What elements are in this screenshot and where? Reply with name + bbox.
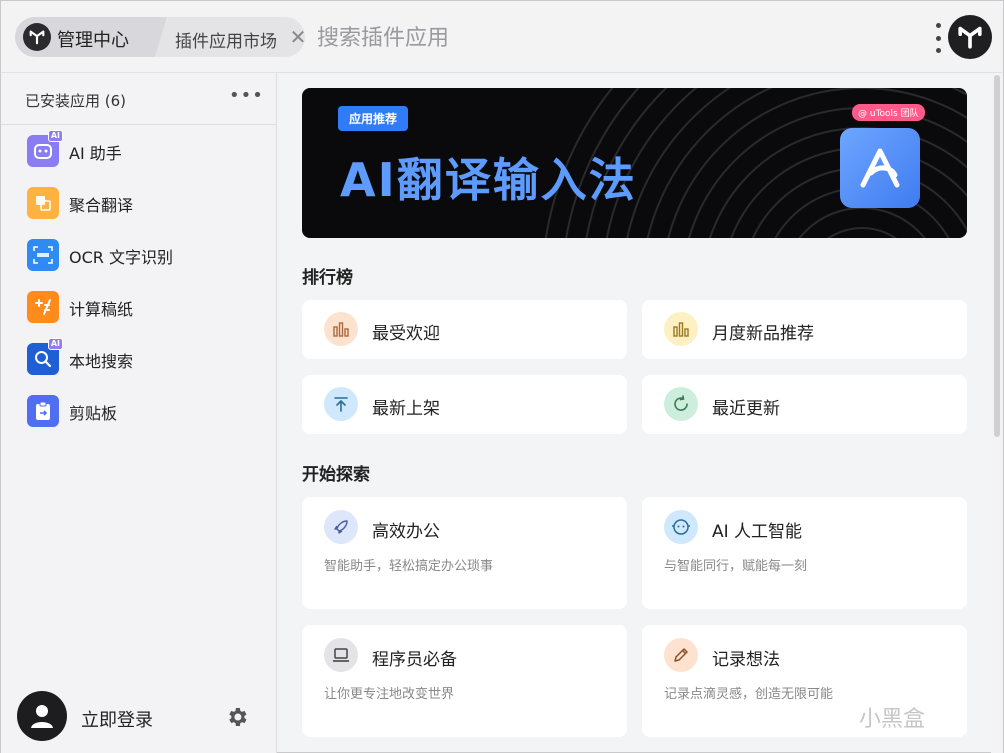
- bar-chart-icon: [664, 312, 698, 346]
- top-bar: 管理中心 插件应用市场 ✕: [1, 1, 1003, 73]
- ranking-card-monthly-new[interactable]: 月度新品推荐: [642, 300, 967, 359]
- sidebar-item-ocr[interactable]: OCR 文字识别: [1, 229, 276, 281]
- sidebar-item-label: 聚合翻译: [69, 196, 134, 215]
- card-desc: 让你更专注地改变世界: [324, 687, 455, 702]
- local-search-icon: AI: [27, 338, 63, 375]
- ranking-card-recent-update[interactable]: 最近更新: [642, 375, 967, 434]
- explore-title: 开始探索: [302, 465, 370, 485]
- breadcrumb-home-label[interactable]: 管理中心: [57, 26, 129, 52]
- more-horizontal-icon[interactable]: •••: [229, 85, 264, 106]
- ranking-title: 排行榜: [302, 268, 353, 288]
- ocr-icon: [27, 239, 59, 271]
- card-label: 高效办公: [372, 522, 440, 542]
- sidebar-item-local-search[interactable]: AI 本地搜索: [1, 333, 276, 385]
- explore-card-ai[interactable]: AI 人工智能 与智能同行，赋能每一刻: [642, 497, 967, 609]
- ai-face-icon: [664, 510, 698, 544]
- sidebar-item-label: OCR 文字识别: [69, 248, 173, 267]
- card-desc: 记录点滴灵感，创造无限可能: [664, 687, 834, 702]
- main-content: 应用推荐 AI翻译输入法 @ uTools 团队 排行榜 最受欢迎 月度新品推荐…: [278, 73, 990, 753]
- gear-icon[interactable]: [225, 705, 249, 729]
- upload-icon: [324, 387, 358, 421]
- translate-icon: [27, 187, 59, 219]
- installed-apps-title: 已安装应用 (6): [25, 92, 127, 110]
- explore-card-office[interactable]: 高效办公 智能助手，轻松搞定办公琐事: [302, 497, 627, 609]
- ai-badge: AI: [47, 338, 63, 350]
- scrollbar[interactable]: [991, 73, 1003, 753]
- app-window: 管理中心 插件应用市场 ✕ 已安装应用 (6) ••• AI AI 助手 聚合翻…: [0, 0, 1004, 753]
- close-icon[interactable]: ✕: [287, 26, 309, 48]
- sidebar: 已安装应用 (6) ••• AI AI 助手 聚合翻译 OCR 文字识别 计算稿…: [1, 73, 277, 753]
- ai-translate-logo-icon: [840, 128, 920, 208]
- sidebar-item-label: AI 助手: [69, 144, 122, 163]
- bar-chart-icon: [324, 312, 358, 346]
- sidebar-item-ai-assistant[interactable]: AI AI 助手: [1, 125, 276, 177]
- banner-bubble: @ uTools 团队: [852, 104, 925, 121]
- breadcrumb: 管理中心 插件应用市场 ✕: [15, 17, 306, 57]
- sidebar-item-translate[interactable]: 聚合翻译: [1, 177, 276, 229]
- card-label: 最近更新: [712, 399, 780, 419]
- pencil-icon: [664, 638, 698, 672]
- breadcrumb-market-label[interactable]: 插件应用市场: [175, 27, 277, 52]
- more-vertical-icon[interactable]: [933, 23, 943, 53]
- card-label: 最受欢迎: [372, 324, 440, 344]
- utools-logo-icon[interactable]: [23, 23, 51, 51]
- sidebar-item-calculator[interactable]: 计算稿纸: [1, 281, 276, 333]
- sidebar-item-label: 剪贴板: [69, 404, 118, 423]
- sidebar-item-clipboard[interactable]: 剪贴板: [1, 385, 276, 437]
- rocket-icon: [324, 510, 358, 544]
- banner-tag: 应用推荐: [338, 106, 409, 131]
- ranking-card-latest[interactable]: 最新上架: [302, 375, 627, 434]
- explore-card-programmer[interactable]: 程序员必备 让你更专注地改变世界: [302, 625, 627, 737]
- calculator-icon: [27, 291, 59, 323]
- robot-icon: AI: [27, 130, 63, 167]
- utools-avatar-icon[interactable]: [948, 15, 992, 59]
- search-input[interactable]: [317, 21, 817, 55]
- sidebar-header: 已安装应用 (6) •••: [1, 73, 276, 125]
- card-label: 程序员必备: [372, 650, 457, 670]
- card-label: AI 人工智能: [712, 522, 803, 542]
- ranking-card-popular[interactable]: 最受欢迎: [302, 300, 627, 359]
- user-avatar-icon[interactable]: [17, 691, 67, 741]
- refresh-icon: [664, 387, 698, 421]
- watermark: 小黑盒: [859, 707, 926, 732]
- clipboard-icon: [27, 395, 59, 427]
- card-desc: 与智能同行，赋能每一刻: [664, 559, 808, 574]
- card-label: 记录想法: [712, 650, 780, 670]
- sidebar-item-label: 本地搜索: [69, 352, 134, 371]
- laptop-icon: [324, 638, 358, 672]
- scrollbar-thumb[interactable]: [994, 75, 1000, 437]
- card-label: 最新上架: [372, 399, 440, 419]
- sidebar-item-label: 计算稿纸: [69, 300, 134, 319]
- login-link[interactable]: 立即登录: [81, 706, 153, 732]
- card-desc: 智能助手，轻松搞定办公琐事: [324, 559, 494, 574]
- recommend-banner[interactable]: 应用推荐 AI翻译输入法 @ uTools 团队: [302, 88, 967, 238]
- banner-title: AI翻译输入法: [340, 153, 637, 207]
- card-label: 月度新品推荐: [712, 324, 814, 344]
- ai-badge: AI: [47, 130, 63, 142]
